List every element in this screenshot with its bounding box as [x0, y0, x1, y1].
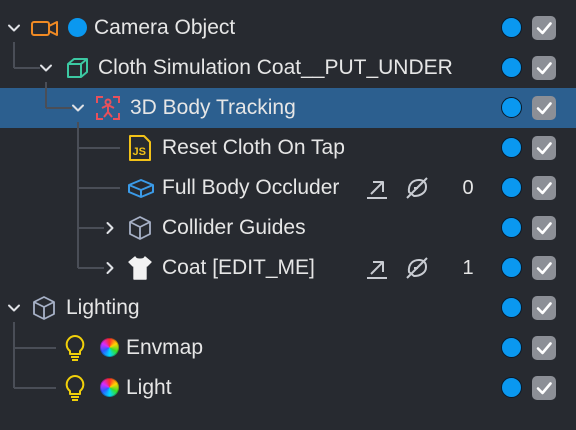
chevron-down-icon[interactable] — [70, 100, 86, 116]
object-name-label: Camera Object — [94, 16, 236, 39]
color-wheel-icon — [100, 338, 119, 357]
object-name-label: Coat [EDIT_ME] — [162, 256, 315, 279]
cube-green-icon — [64, 56, 90, 80]
enabled-checkbox[interactable] — [532, 176, 556, 200]
lightbulb-icon — [62, 334, 88, 361]
hierarchy-row-full-body-occluder[interactable]: Full Body Occluder 0 — [0, 168, 576, 208]
enabled-checkbox[interactable] — [532, 136, 556, 160]
hierarchy-row-collider-guides[interactable]: Collider Guides — [0, 208, 576, 248]
object-name-label: Lighting — [66, 296, 140, 319]
hierarchy-row-coat-edit-me[interactable]: Coat [EDIT_ME] 1 — [0, 248, 576, 288]
enabled-checkbox[interactable] — [532, 96, 556, 120]
visibility-toggle[interactable] — [501, 257, 522, 278]
cube-outline-icon — [31, 295, 57, 320]
pivot-tool-icon[interactable] — [364, 255, 390, 281]
chevron-down-icon[interactable] — [38, 60, 54, 76]
color-wheel-icon — [100, 378, 119, 397]
visibility-toggle[interactable] — [501, 377, 522, 398]
object-name-label: Full Body Occluder — [162, 176, 340, 199]
body-tracking-icon — [95, 95, 121, 120]
object-name-label: Reset Cloth On Tap — [162, 136, 345, 159]
enabled-checkbox[interactable] — [532, 296, 556, 320]
hierarchy-row-camera-object[interactable]: Camera Object — [0, 8, 576, 48]
hierarchy-row-light[interactable]: Light — [0, 368, 576, 408]
chevron-down-icon[interactable] — [6, 300, 22, 316]
cube-blue-icon — [126, 176, 156, 200]
hierarchy-row-lighting[interactable]: Lighting — [0, 288, 576, 328]
object-name-label: 3D Body Tracking — [130, 96, 296, 119]
camera-icon — [30, 16, 60, 40]
cube-outline-icon — [127, 215, 153, 240]
object-name-label: Light — [126, 376, 172, 399]
hierarchy-row-envmap[interactable]: Envmap — [0, 328, 576, 368]
enabled-checkbox[interactable] — [532, 336, 556, 360]
visibility-toggle[interactable] — [501, 337, 522, 358]
enabled-checkbox[interactable] — [532, 56, 556, 80]
hierarchy-row-reset-cloth-on-tap[interactable]: JS Reset Cloth On Tap — [0, 128, 576, 168]
chevron-right-icon[interactable] — [102, 260, 118, 276]
chevron-down-icon[interactable] — [6, 20, 22, 36]
object-name-label: Collider Guides — [162, 216, 306, 239]
visibility-toggle[interactable] — [501, 217, 522, 238]
enabled-checkbox[interactable] — [532, 16, 556, 40]
lightbulb-icon — [62, 374, 88, 401]
color-dot-icon — [68, 18, 87, 37]
visibility-toggle[interactable] — [501, 137, 522, 158]
chevron-right-icon[interactable] — [102, 220, 118, 236]
object-name-label: Cloth Simulation Coat__PUT_UNDER — [98, 56, 453, 79]
enabled-checkbox[interactable] — [532, 376, 556, 400]
visibility-toggle[interactable] — [501, 177, 522, 198]
visibility-toggle[interactable] — [501, 57, 522, 78]
hierarchy-row-cloth-simulation-coat-put-under[interactable]: Cloth Simulation Coat__PUT_UNDER — [0, 48, 576, 88]
occluder-hidden-icon[interactable] — [404, 255, 430, 281]
object-name-label: Envmap — [126, 336, 204, 359]
layer-count: 0 — [462, 177, 474, 199]
visibility-toggle[interactable] — [501, 17, 522, 38]
occluder-hidden-icon[interactable] — [404, 175, 430, 201]
scene-hierarchy-panel: Camera Object Cloth Simulation Coat__PUT_… — [0, 0, 576, 430]
js-script-icon: JS — [126, 134, 154, 161]
visibility-toggle[interactable] — [501, 97, 522, 118]
visibility-toggle[interactable] — [501, 297, 522, 318]
pivot-tool-icon[interactable] — [364, 175, 390, 201]
enabled-checkbox[interactable] — [532, 216, 556, 240]
layer-count: 1 — [462, 257, 474, 279]
svg-text:JS: JS — [133, 146, 146, 158]
tshirt-icon — [126, 254, 154, 280]
hierarchy-row-3d-body-tracking[interactable]: 3D Body Tracking — [0, 88, 576, 128]
enabled-checkbox[interactable] — [532, 256, 556, 280]
